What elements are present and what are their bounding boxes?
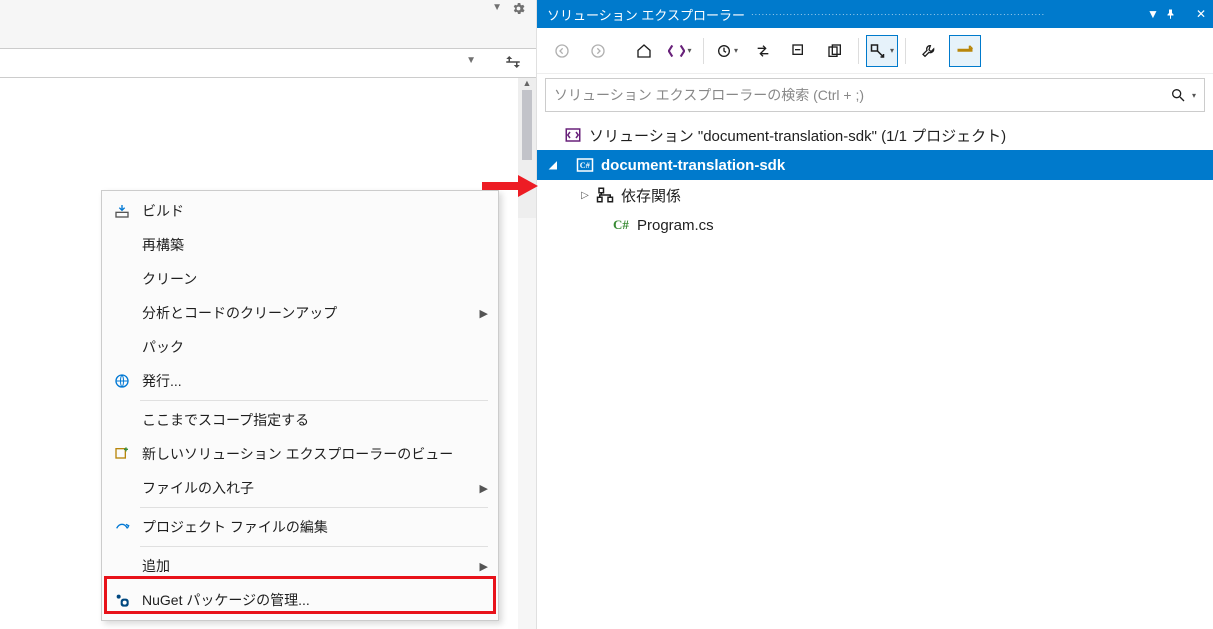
scroll-up-icon[interactable]: ▲ [518, 78, 536, 90]
search-options-dropdown[interactable]: ▾ [1192, 91, 1196, 100]
menu-item-file-nesting[interactable]: ファイルの入れ子 ▶ [104, 471, 496, 505]
menu-separator [140, 546, 488, 547]
preview-selected-button[interactable]: ▾ [866, 35, 898, 67]
project-context-menu: ビルド 再構築 クリーン 分析とコードのクリーンアップ ▶ パック 発行... … [101, 190, 499, 621]
pending-changes-filter-button[interactable]: ▾ [711, 35, 743, 67]
preview-button[interactable] [949, 35, 981, 67]
menu-label: ファイルの入れ子 [134, 478, 480, 498]
back-button[interactable] [546, 35, 578, 67]
collapse-all-button[interactable] [783, 35, 815, 67]
forward-button[interactable] [582, 35, 614, 67]
menu-label: NuGet パッケージの管理... [134, 590, 488, 610]
menu-item-clean[interactable]: クリーン [104, 262, 496, 296]
svg-text:C#: C# [580, 161, 591, 170]
close-icon[interactable]: ✕ [1189, 7, 1213, 21]
editor-options-bar: ▼ [0, 0, 536, 20]
expander-expand-icon[interactable]: ▷ [577, 190, 593, 201]
split-horizontal-icon[interactable] [504, 53, 522, 71]
search-placeholder: ソリューション エクスプローラーの検索 (Ctrl + ;) [554, 85, 1170, 105]
dependencies-icon [593, 186, 617, 204]
submenu-arrow-icon: ▶ [480, 307, 488, 320]
gear-icon[interactable] [511, 1, 526, 16]
solution-explorer-toolbar: ▾ ▾ ▾ [537, 28, 1213, 74]
expander-collapse-icon[interactable]: ◢ [545, 160, 561, 171]
toolbar-divider [703, 38, 704, 64]
menu-item-rebuild[interactable]: 再構築 [104, 228, 496, 262]
node-label: ソリューション "document-translation-sdk" (1/1 … [585, 125, 1006, 146]
solution-tree: ソリューション "document-translation-sdk" (1/1 … [537, 116, 1213, 240]
solution-explorer-panel: ソリューション エクスプローラー ∙∙∙∙∙∙∙∙∙∙∙∙∙∙∙∙∙∙∙∙∙∙∙… [536, 0, 1213, 629]
menu-item-analyze[interactable]: 分析とコードのクリーンアップ ▶ [104, 296, 496, 330]
tree-node-program-cs[interactable]: C# Program.cs [537, 210, 1213, 240]
menu-label: 追加 [134, 556, 480, 576]
dropdown-icon[interactable]: ▼ [1141, 7, 1165, 21]
submenu-arrow-icon: ▶ [480, 560, 488, 573]
menu-label: 再構築 [134, 235, 488, 255]
cs-file-icon: C# [609, 217, 633, 233]
home-button[interactable] [628, 35, 660, 67]
menu-label: 発行... [134, 371, 488, 391]
menu-label: パック [134, 337, 488, 357]
node-label: Program.cs [633, 217, 714, 234]
menu-item-build[interactable]: ビルド [104, 194, 496, 228]
menu-label: ここまでスコープ指定する [134, 410, 488, 430]
show-all-files-button[interactable] [819, 35, 851, 67]
menu-item-new-view[interactable]: 新しいソリューション エクスプローラーのビュー [104, 437, 496, 471]
menu-item-publish[interactable]: 発行... [104, 364, 496, 398]
menu-item-edit-project-file[interactable]: プロジェクト ファイルの編集 [104, 510, 496, 544]
menu-label: クリーン [134, 269, 488, 289]
node-label: 依存関係 [617, 185, 681, 206]
menu-item-add[interactable]: 追加 ▶ [104, 549, 496, 583]
toolbar-divider [858, 38, 859, 64]
menu-label: 分析とコードのクリーンアップ [134, 303, 480, 323]
dropdown-caret-icon[interactable]: ▼ [492, 2, 502, 13]
nuget-icon [110, 592, 134, 608]
solution-explorer-search[interactable]: ソリューション エクスプローラーの検索 (Ctrl + ;) ▾ [545, 78, 1205, 112]
solution-icon [561, 126, 585, 144]
tree-node-project[interactable]: ◢ C# document-translation-sdk [537, 150, 1213, 180]
tree-node-dependencies[interactable]: ▷ 依存関係 [537, 180, 1213, 210]
submenu-arrow-icon: ▶ [480, 482, 488, 495]
menu-separator [140, 400, 488, 401]
sync-button[interactable] [747, 35, 779, 67]
pin-icon[interactable] [1165, 8, 1189, 20]
build-icon [110, 203, 134, 219]
menu-item-pack[interactable]: パック [104, 330, 496, 364]
menu-item-scope[interactable]: ここまでスコープ指定する [104, 403, 496, 437]
navigation-bar: ▼ [0, 48, 536, 78]
callout-arrow-icon [482, 174, 538, 198]
panel-title: ソリューション エクスプローラー [547, 5, 745, 24]
tree-node-solution[interactable]: ソリューション "document-translation-sdk" (1/1 … [537, 120, 1213, 150]
panel-titlebar[interactable]: ソリューション エクスプローラー ∙∙∙∙∙∙∙∙∙∙∙∙∙∙∙∙∙∙∙∙∙∙∙… [537, 0, 1213, 28]
search-icon[interactable] [1170, 87, 1186, 103]
toolbar-divider [905, 38, 906, 64]
dropdown-caret-icon[interactable]: ▼ [466, 55, 476, 66]
csharp-project-icon: C# [573, 156, 597, 174]
scrollbar-thumb[interactable] [522, 90, 532, 160]
node-label: document-translation-sdk [597, 157, 785, 174]
titlebar-grip: ∙∙∙∙∙∙∙∙∙∙∙∙∙∙∙∙∙∙∙∙∙∙∙∙∙∙∙∙∙∙∙∙∙∙∙∙∙∙∙∙… [745, 9, 1141, 19]
menu-item-manage-nuget[interactable]: NuGet パッケージの管理... [104, 583, 496, 617]
switch-views-button[interactable]: ▾ [664, 35, 696, 67]
menu-label: 新しいソリューション エクスプローラーのビュー [134, 444, 488, 464]
new-view-icon [110, 446, 134, 462]
publish-icon [110, 373, 134, 389]
menu-label: ビルド [134, 201, 488, 221]
properties-button[interactable] [913, 35, 945, 67]
menu-separator [140, 507, 488, 508]
menu-label: プロジェクト ファイルの編集 [134, 517, 488, 537]
edit-icon [110, 519, 134, 535]
